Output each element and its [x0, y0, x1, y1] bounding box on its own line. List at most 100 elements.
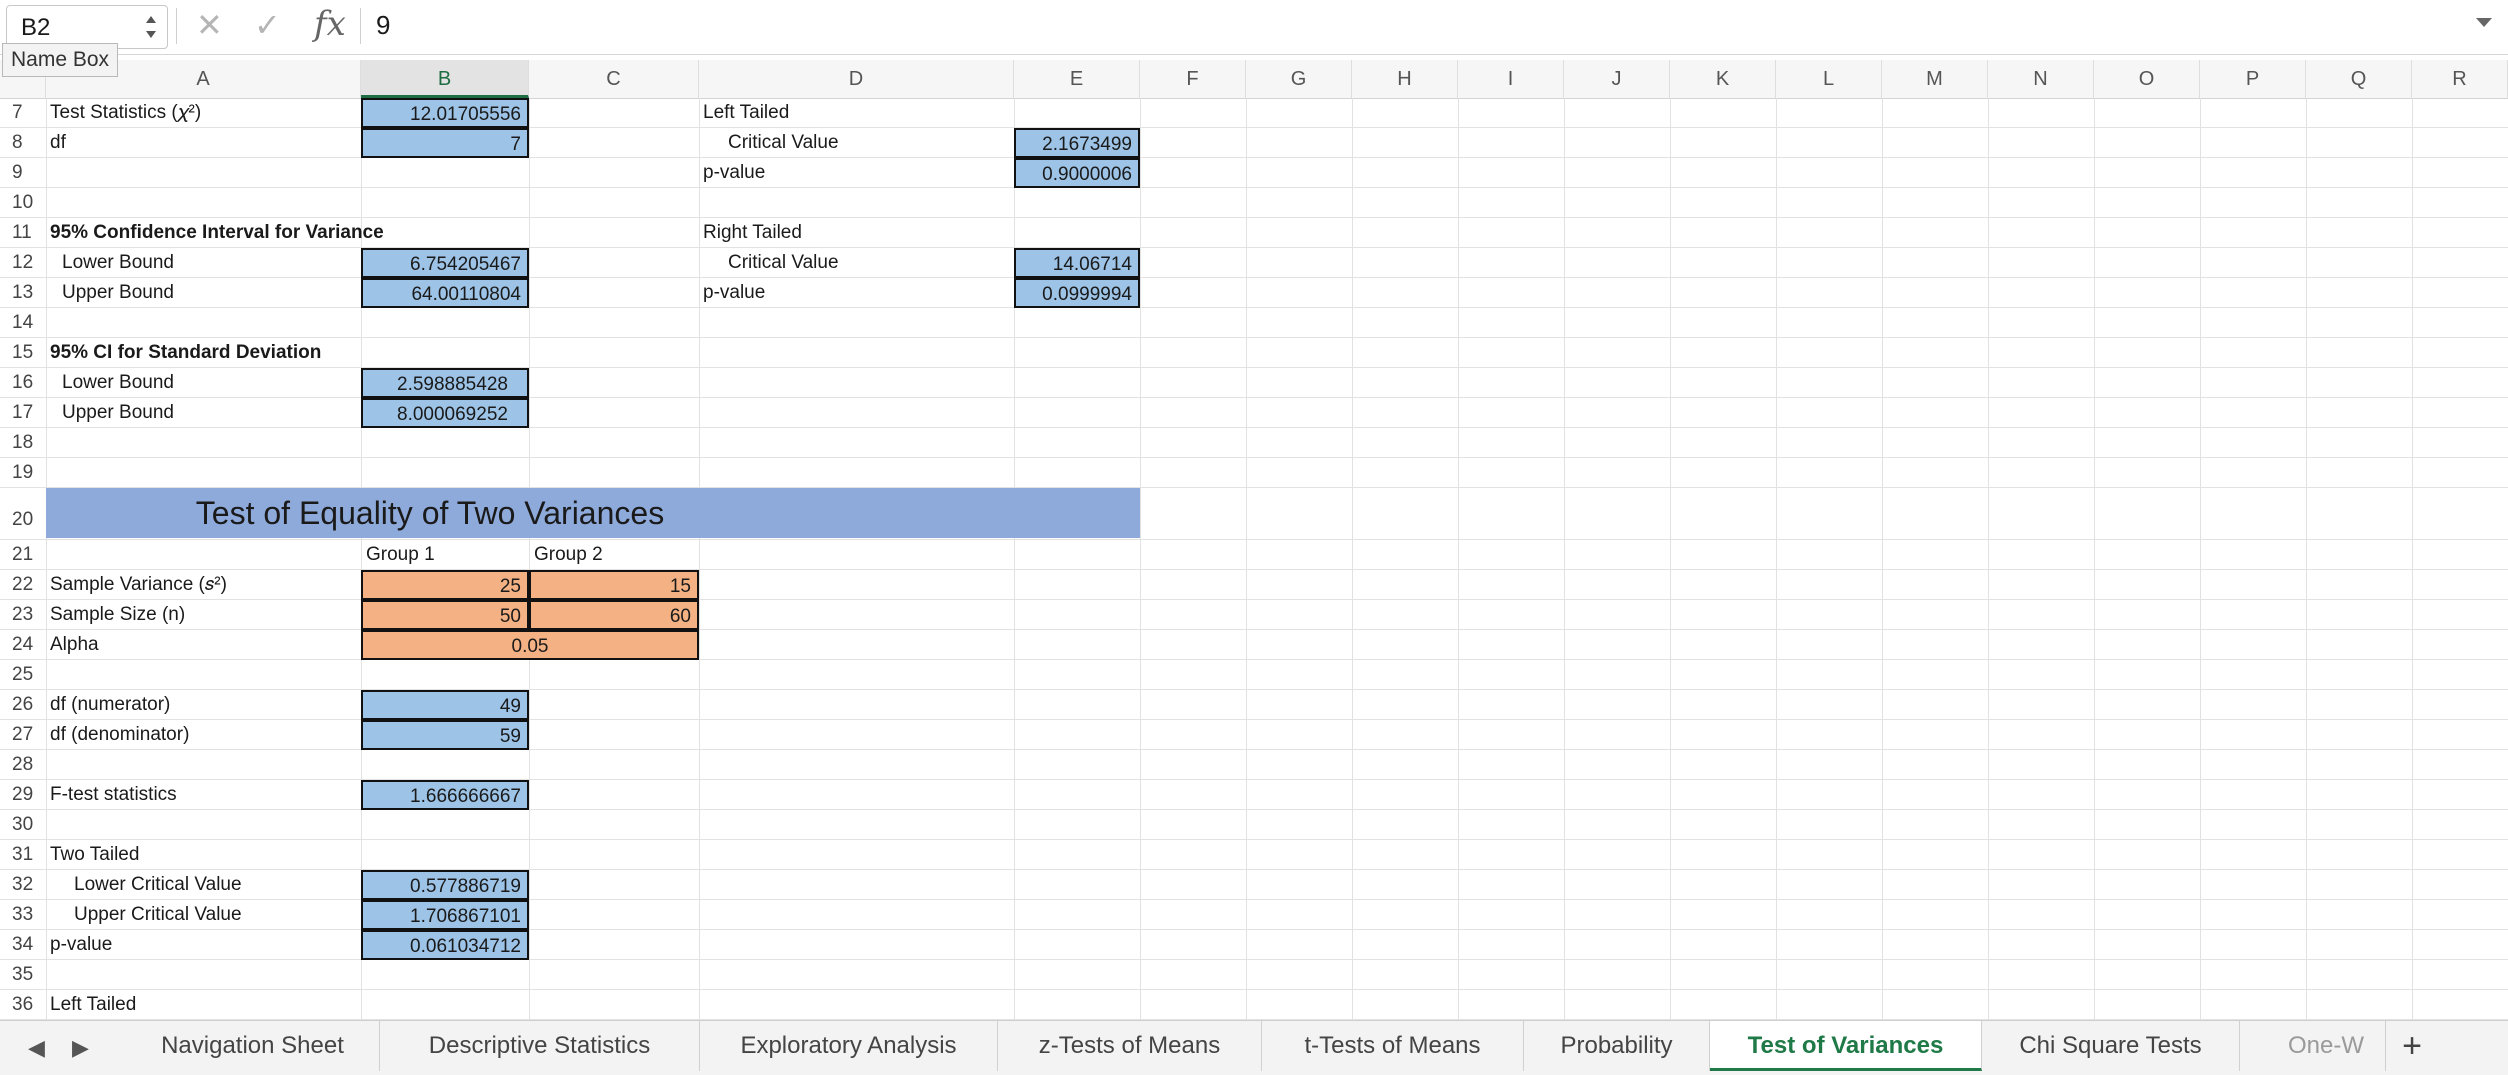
row-header[interactable]: 20 [0, 488, 46, 539]
tab-probability[interactable]: Probability [1524, 1021, 1710, 1071]
tab-descriptive-statistics[interactable]: Descriptive Statistics [380, 1021, 700, 1071]
cell-a31[interactable]: Two Tailed [50, 840, 139, 870]
row-header[interactable]: 24 [0, 630, 46, 659]
column-header-h[interactable]: H [1352, 60, 1458, 98]
row-header[interactable]: 35 [0, 960, 46, 989]
tab-exploratory-analysis[interactable]: Exploratory Analysis [700, 1021, 998, 1071]
row-header[interactable]: 32 [0, 870, 46, 899]
row-header[interactable]: 36 [0, 990, 46, 1019]
column-header-e[interactable]: E [1014, 60, 1140, 98]
row-header[interactable]: 10 [0, 188, 46, 217]
column-header-n[interactable]: N [1988, 60, 2094, 98]
cell-a32[interactable]: Lower Critical Value [74, 870, 242, 900]
row-header[interactable]: 26 [0, 690, 46, 719]
cell-a23[interactable]: Sample Size (n) [50, 600, 185, 630]
previous-sheet-icon[interactable]: ◀ [28, 1035, 45, 1061]
cell-b21[interactable]: Group 1 [366, 540, 435, 570]
column-header-b[interactable]: B [361, 60, 529, 98]
cell-b33[interactable]: 1.706867101 [361, 900, 529, 930]
cell-b17[interactable]: 8.000069252 [361, 398, 529, 428]
cell-b8[interactable]: 7 [361, 128, 529, 158]
cell-a7[interactable]: Test Statistics (𝜒²) [50, 98, 201, 128]
cell-d9[interactable]: p-value [703, 158, 765, 188]
cell-c22[interactable]: 15 [529, 570, 699, 600]
tab-chi-square-tests[interactable]: Chi Square Tests [1982, 1021, 2240, 1071]
row-header[interactable]: 33 [0, 900, 46, 929]
cell-a11[interactable]: 95% Confidence Interval for Variance [50, 218, 384, 248]
cell-e8[interactable]: 2.1673499 [1014, 128, 1140, 158]
cell-a8[interactable]: df [50, 128, 66, 158]
tab-navigation-sheet[interactable]: Navigation Sheet [126, 1021, 380, 1071]
column-header-i[interactable]: I [1458, 60, 1564, 98]
column-header-q[interactable]: Q [2306, 60, 2412, 98]
cell-b34[interactable]: 0.061034712 [361, 930, 529, 960]
enter-icon[interactable]: ✓ [254, 6, 281, 44]
row-header[interactable]: 17 [0, 398, 46, 427]
cell-b24-merged[interactable]: 0.05 [361, 630, 699, 660]
cell-d11[interactable]: Right Tailed [703, 218, 802, 248]
cell-a16[interactable]: Lower Bound [62, 368, 174, 398]
cell-a33[interactable]: Upper Critical Value [74, 900, 242, 930]
row-header[interactable]: 12 [0, 248, 46, 277]
column-header-o[interactable]: O [2094, 60, 2200, 98]
column-header-p[interactable]: P [2200, 60, 2306, 98]
row-header[interactable]: 25 [0, 660, 46, 689]
cell-d7[interactable]: Left Tailed [703, 98, 789, 128]
cell-a15[interactable]: 95% CI for Standard Deviation [50, 338, 321, 368]
row-header[interactable]: 8 [0, 128, 46, 157]
column-header-r[interactable]: R [2412, 60, 2508, 98]
column-header-l[interactable]: L [1776, 60, 1882, 98]
cell-d8[interactable]: Critical Value [728, 128, 839, 158]
cell-b16[interactable]: 2.598885428 [361, 368, 529, 398]
cell-b23[interactable]: 50 [361, 600, 529, 630]
cell-b26[interactable]: 49 [361, 690, 529, 720]
cell-b22[interactable]: 25 [361, 570, 529, 600]
next-sheet-icon[interactable]: ▶ [72, 1035, 89, 1061]
cell-c23[interactable]: 60 [529, 600, 699, 630]
row-header[interactable]: 16 [0, 368, 46, 397]
row-header[interactable]: 28 [0, 750, 46, 779]
cell-b13[interactable]: 64.00110804 [361, 278, 529, 308]
row-header[interactable]: 23 [0, 600, 46, 629]
row-header[interactable]: 34 [0, 930, 46, 959]
expand-formula-bar-icon[interactable] [2474, 16, 2494, 30]
row-header[interactable]: 29 [0, 780, 46, 809]
column-header-m[interactable]: M [1882, 60, 1988, 98]
cell-b29[interactable]: 1.666666667 [361, 780, 529, 810]
cell-b32[interactable]: 0.577886719 [361, 870, 529, 900]
cell-e13[interactable]: 0.0999994 [1014, 278, 1140, 308]
row-header[interactable]: 11 [0, 218, 46, 247]
cell-a24[interactable]: Alpha [50, 630, 99, 660]
cell-e12[interactable]: 14.06714 [1014, 248, 1140, 278]
cell-a26[interactable]: df (numerator) [50, 690, 170, 720]
row-header[interactable]: 14 [0, 308, 46, 337]
tab-z-tests-of-means[interactable]: z-Tests of Means [998, 1021, 1262, 1071]
add-sheet-icon[interactable]: + [2392, 1025, 2432, 1067]
row-header[interactable]: 18 [0, 428, 46, 457]
row-header[interactable]: 15 [0, 338, 46, 367]
tab-t-tests-of-means[interactable]: t-Tests of Means [1262, 1021, 1524, 1071]
cell-a29[interactable]: F-test statistics [50, 780, 177, 810]
column-header-g[interactable]: G [1246, 60, 1352, 98]
row-header[interactable]: 30 [0, 810, 46, 839]
column-header-k[interactable]: K [1670, 60, 1776, 98]
cell-b7[interactable]: 12.01705556 [361, 98, 529, 128]
column-header-f[interactable]: F [1140, 60, 1246, 98]
stepper-arrows-icon[interactable] [143, 9, 159, 45]
insert-function-icon[interactable]: fx [314, 4, 346, 44]
cell-d12[interactable]: Critical Value [728, 248, 839, 278]
cell-d13[interactable]: p-value [703, 278, 765, 308]
row-header[interactable]: 27 [0, 720, 46, 749]
column-header-d[interactable]: D [699, 60, 1014, 98]
cell-b27[interactable]: 59 [361, 720, 529, 750]
cell-e9[interactable]: 0.9000006 [1014, 158, 1140, 188]
formula-input[interactable]: 9 [376, 10, 390, 41]
row-header[interactable]: 22 [0, 570, 46, 599]
cell-a22[interactable]: Sample Variance (𝑠²) [50, 570, 227, 600]
row-header[interactable]: 7 [0, 98, 46, 127]
column-header-c[interactable]: C [529, 60, 699, 98]
cell-c21[interactable]: Group 2 [534, 540, 603, 570]
section-banner[interactable]: Test of Equality of Two Variances [46, 488, 1140, 538]
cell-a36[interactable]: Left Tailed [50, 990, 136, 1020]
cell-b12[interactable]: 6.754205467 [361, 248, 529, 278]
